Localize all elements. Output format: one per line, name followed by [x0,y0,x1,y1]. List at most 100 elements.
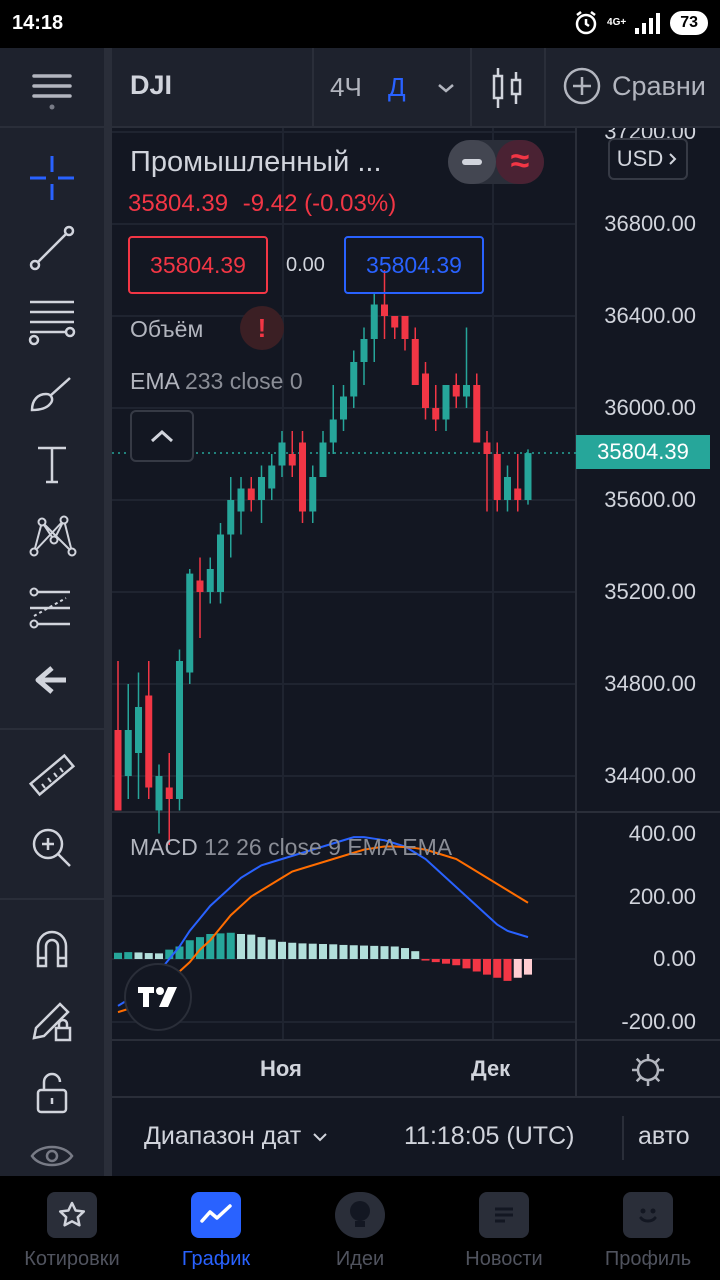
brush-icon [30,377,71,412]
ruler-tool[interactable] [16,748,88,804]
top-toolbar: DJI 4Ч Д Сравни [112,48,720,128]
compare-button[interactable]: Сравни [562,66,706,106]
text-icon [38,446,66,484]
macd-histogram-bar [503,959,512,981]
candle [391,316,399,328]
date-range-button[interactable]: Диапазон дат [144,1122,329,1151]
candle [309,477,317,512]
macd-histogram-bar [124,952,133,959]
candle [360,339,368,362]
warning-icon[interactable]: ! [240,306,284,350]
chart-area[interactable]: 37200.00 36800.00 36400.00 36000.00 35600.00… [112,128,720,1173]
signal-icon [635,13,661,34]
macd-name: MACD [130,834,198,860]
fib-retracement-icon [28,300,76,346]
lock-drawings-tool[interactable] [16,992,88,1048]
candle [217,534,224,592]
trendline-tool[interactable] [16,220,88,276]
interval-day[interactable]: Д [388,72,406,103]
unlock-icon [36,1072,68,1114]
candle [135,707,142,753]
zoom-tool[interactable] [16,820,88,876]
last-price-value: 35804.39 [128,190,229,217]
candle [237,488,245,512]
nav-profile[interactable]: Профиль [576,1176,720,1280]
news-icon [495,1207,513,1223]
interval-4h[interactable]: 4Ч [330,72,362,103]
macd-histogram-bar [267,939,276,959]
utc-clock[interactable]: 11:18:05 (UTC) [404,1122,574,1151]
macd-axis-label: 400.00 [628,821,696,846]
nav-label: Профиль [604,1248,692,1270]
nav-news[interactable]: Новости [432,1176,576,1280]
chevron-down-icon[interactable] [434,76,458,100]
macd-histogram-bar [144,953,153,959]
toolbar-menu-button[interactable] [16,62,88,118]
chevron-down-icon [313,1132,327,1141]
currency-label: USD [616,146,664,171]
candle [186,573,194,673]
candle [155,776,163,811]
candle [463,385,470,397]
prediction-tool[interactable] [16,580,88,636]
nav-chart[interactable]: График [144,1176,288,1280]
macd-histogram-bar [247,934,256,959]
macd-histogram-bar [278,941,286,959]
macd-histogram-bar [319,944,327,959]
candle [288,454,296,466]
crosshair-tool[interactable] [16,150,88,206]
macd-legend[interactable]: MACD 12 26 close 9 EMA EMA [130,834,452,861]
star-icon [58,1201,86,1227]
tradingview-logo[interactable] [124,963,192,1031]
candles-icon[interactable] [490,66,526,110]
nav-label: Котировки [24,1248,120,1270]
currency-select[interactable]: USD [608,138,688,180]
macd-histogram-bar [380,946,389,959]
brush-tool[interactable] [16,364,88,420]
macd-histogram-bar [339,944,348,959]
battery-indicator: 73 [670,11,708,35]
macd-histogram-bar [155,953,163,959]
bottom-nav: Котировки График Идеи Новости Профиль [0,1176,720,1280]
candle [483,442,491,454]
pencil-lock-icon [32,1002,72,1042]
candle [340,396,347,420]
settings-gear-icon[interactable] [630,1052,666,1088]
symbol-title[interactable]: Промышленный ... [130,146,382,179]
collapse-legend-button[interactable] [130,410,194,462]
buy-button[interactable]: 35804.39 [344,236,484,294]
magnet-tool[interactable] [16,920,88,976]
auto-scale-button[interactable]: авто [638,1122,690,1151]
bulb-icon [350,1201,370,1227]
text-tool[interactable] [16,436,88,492]
price-axis-label: 35200.00 [604,579,696,604]
candle [165,787,173,799]
plus-circle-icon [563,67,601,105]
macd-histogram-bar [185,940,194,959]
candle [370,304,378,339]
macd-histogram-bar [493,959,502,978]
back-button[interactable] [16,652,88,708]
lock-tool[interactable] [16,1064,88,1120]
candle [227,500,235,535]
macd-histogram-bar [349,945,358,959]
volume-label[interactable]: Объём [130,316,203,343]
legend-toggle[interactable]: ≈ [448,140,544,184]
sell-button[interactable]: 35804.39 [128,236,268,294]
smile-icon [639,1208,657,1223]
spread-value: 0.00 [286,254,325,276]
candle [350,362,358,397]
toolbar-divider [104,48,112,1176]
macd-histogram-bar [411,951,420,959]
symbol-button[interactable]: DJI [130,70,172,101]
nav-ideas[interactable]: Идеи [288,1176,432,1280]
ema-legend[interactable]: EMA 233 close 0 [130,368,303,395]
pattern-tool[interactable] [16,508,88,564]
macd-histogram-bar [308,943,317,959]
last-price-tag: 35804.39 [576,435,710,469]
fib-tool[interactable] [16,292,88,348]
candle [247,488,255,500]
nav-quotes[interactable]: Котировки [0,1176,144,1280]
forecast-icon [29,587,70,629]
price-summary: 35804.39 -9.42 (-0.03%) [128,190,396,218]
